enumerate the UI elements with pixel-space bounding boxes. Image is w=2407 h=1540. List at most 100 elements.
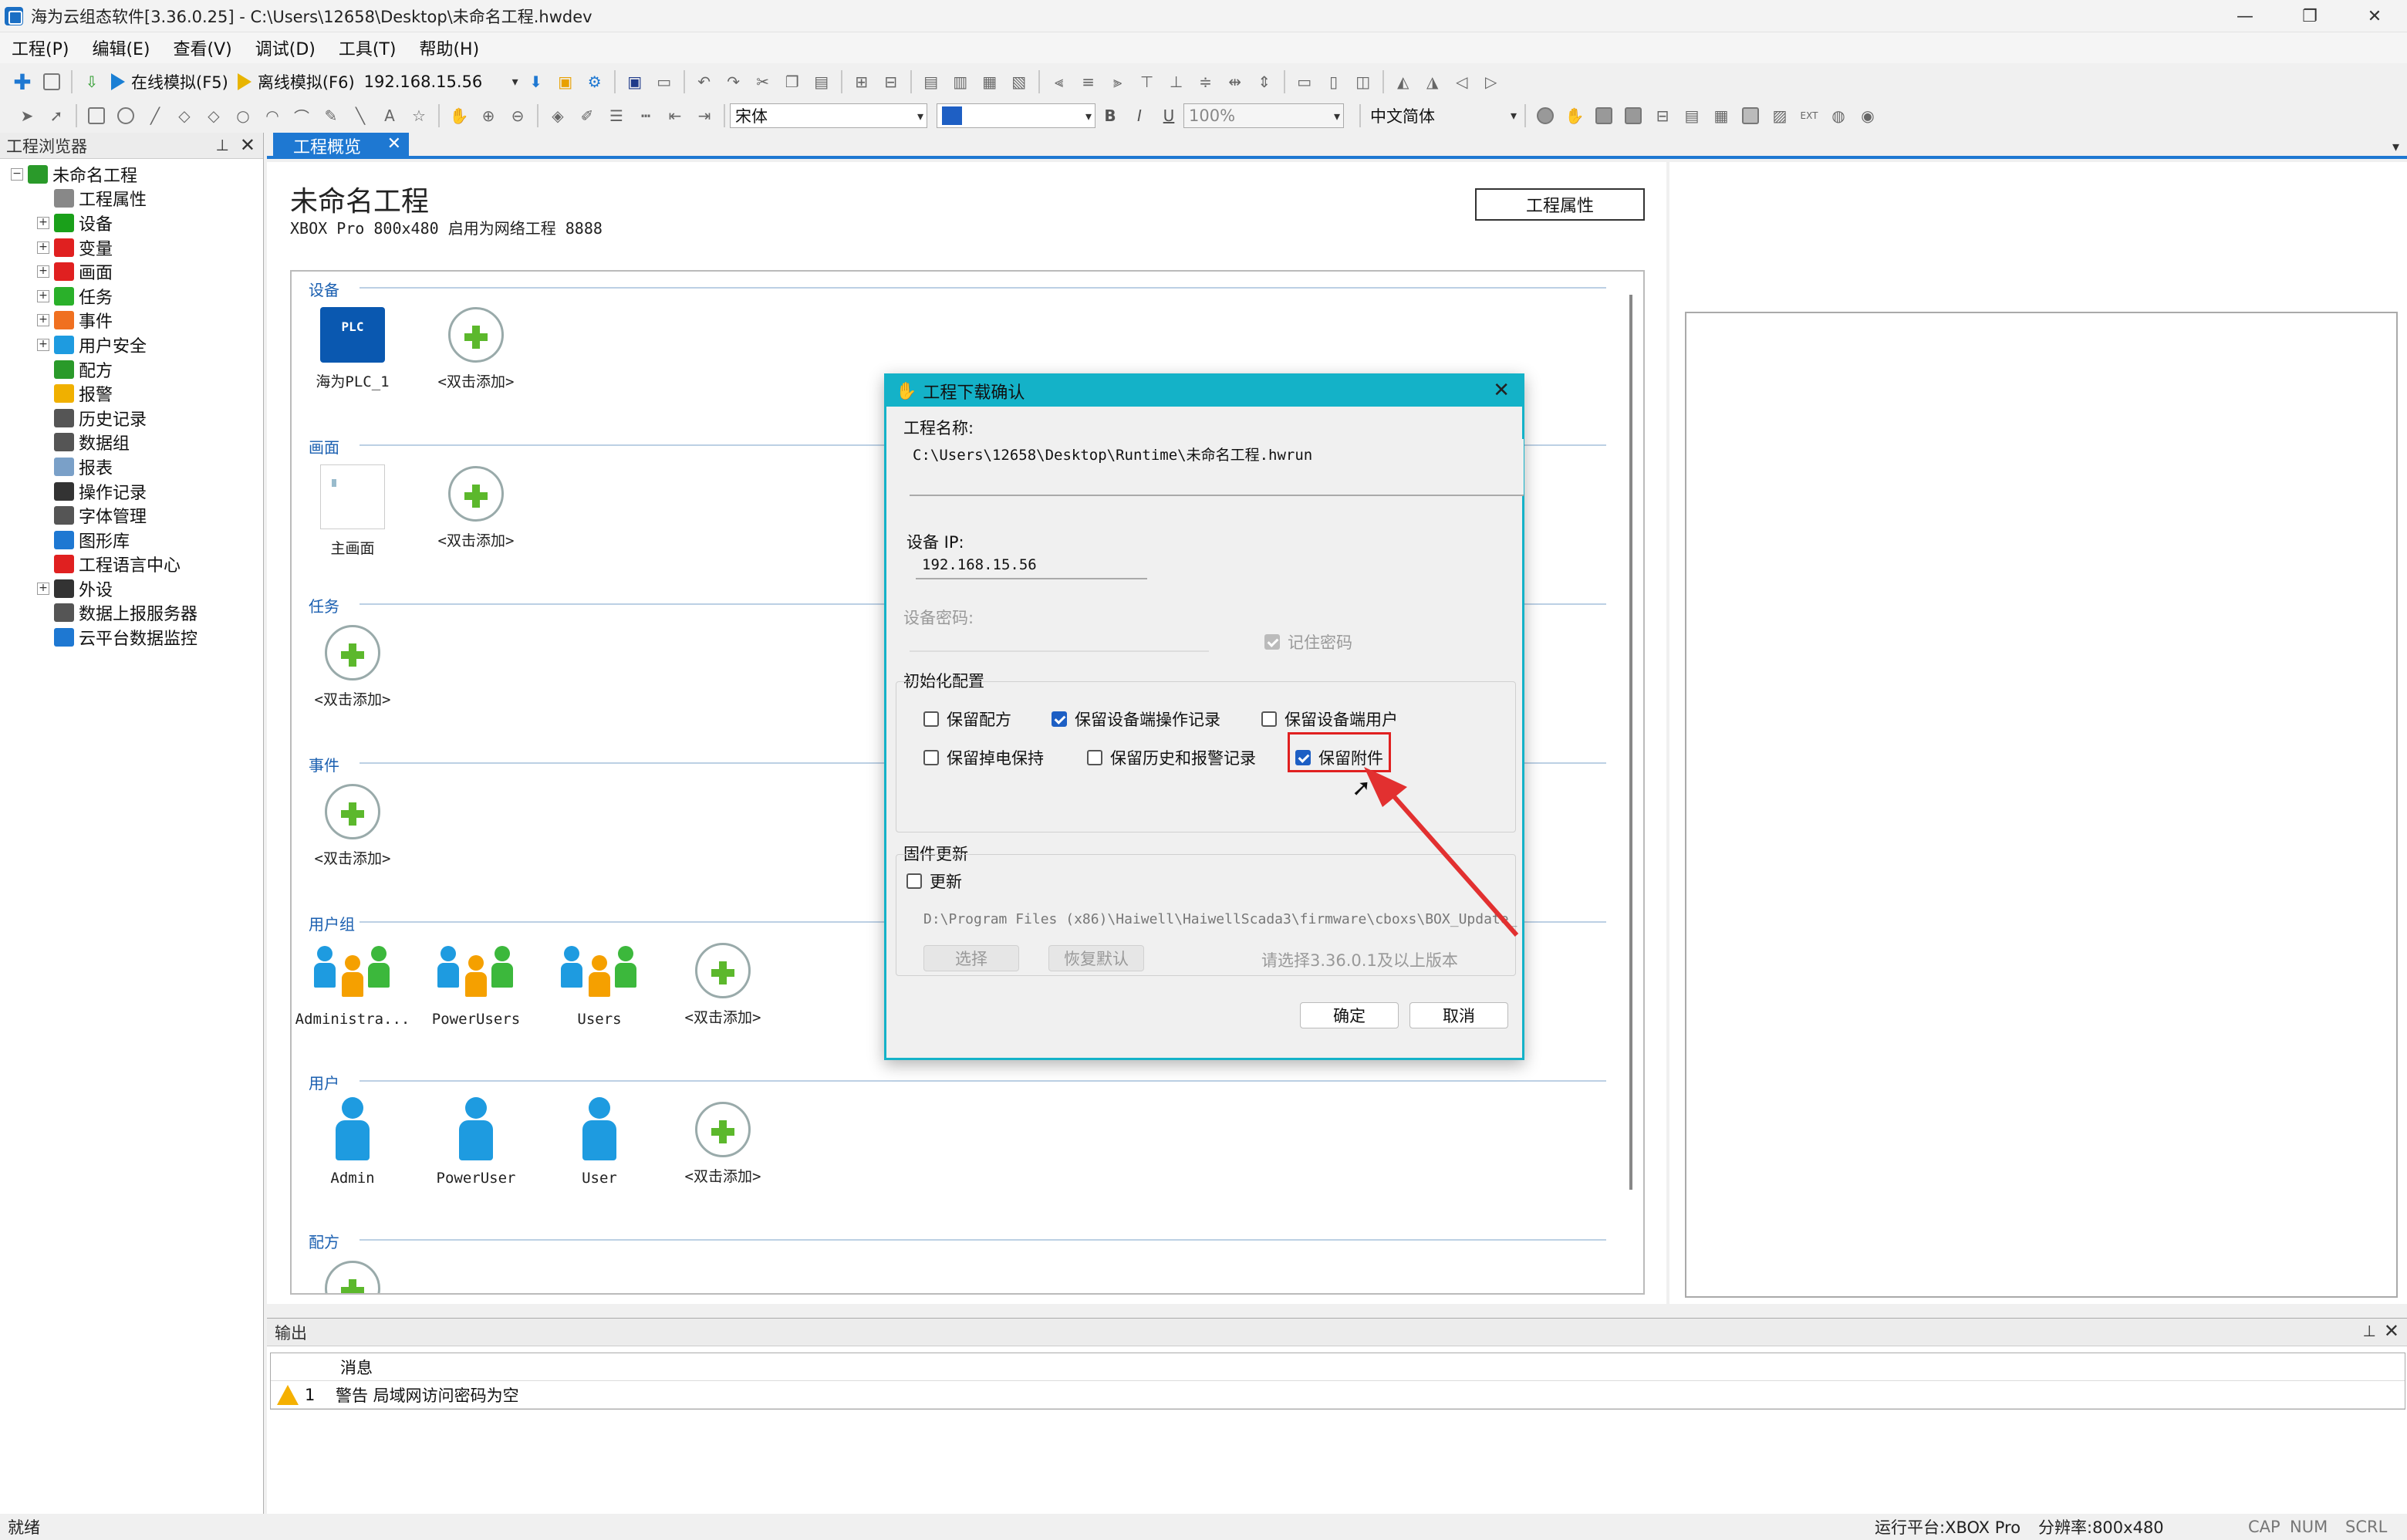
cancel-button[interactable]: 取消 <box>1409 1002 1508 1028</box>
font-select[interactable]: 宋体 ▾ <box>730 103 927 128</box>
new-icon[interactable]: ✚ <box>11 69 34 95</box>
tree-item[interactable]: 工程语言中心 <box>0 552 263 577</box>
select-icon[interactable]: ➚ <box>45 104 68 127</box>
device-ip-field[interactable]: 192.168.15.56 <box>916 553 1147 579</box>
hand-tool-icon[interactable]: ✋ <box>1563 104 1586 127</box>
brush-icon[interactable]: ╲ <box>349 104 372 127</box>
align-middle-icon[interactable]: ≑ <box>1194 70 1217 93</box>
gauge-icon[interactable]: ◉ <box>1856 104 1879 127</box>
menu-view[interactable]: 查看(V) <box>162 35 244 60</box>
menu-help[interactable]: 帮助(H) <box>407 35 491 60</box>
download-icon[interactable]: ⇩ <box>80 70 103 93</box>
tree-expander[interactable]: + <box>37 338 49 351</box>
circle-icon[interactable]: ○ <box>231 104 255 127</box>
keep-operation-log-checkbox[interactable]: 保留设备端操作记录 <box>1052 708 1220 731</box>
tab-overview[interactable]: 工程概览 ✕ <box>273 133 409 159</box>
diamond-icon[interactable]: ◇ <box>173 104 196 127</box>
pen-icon[interactable]: ✎ <box>319 104 343 127</box>
tree-expander[interactable]: + <box>37 582 49 595</box>
undo-icon[interactable]: ↶ <box>693 70 716 93</box>
keep-recipe-checkbox[interactable]: 保留配方 <box>923 708 1011 731</box>
tree-expander[interactable]: + <box>37 289 49 302</box>
close-window-button[interactable]: ✕ <box>2342 0 2407 32</box>
tree-expander[interactable]: − <box>11 167 23 181</box>
flip-h-icon[interactable]: ◭ <box>1392 70 1415 93</box>
upload-icon[interactable]: ▣ <box>554 70 577 93</box>
send-backward-icon[interactable]: ▧ <box>1008 70 1031 93</box>
vertical-scrollbar[interactable] <box>1629 295 1632 1190</box>
save-icon[interactable] <box>40 70 63 93</box>
send-back-icon[interactable]: ▥ <box>949 70 972 93</box>
online-sim-button[interactable]: 在线模拟(F5) <box>111 70 228 93</box>
tree-item[interactable]: − 未命名工程 <box>0 162 263 187</box>
bring-forward-icon[interactable]: ▦ <box>978 70 1001 93</box>
cut-icon[interactable]: ✂ <box>751 70 775 93</box>
tree-item[interactable]: 操作记录 <box>0 479 263 504</box>
add-usergroup[interactable]: <双击添加> <box>665 938 781 1027</box>
ok-button[interactable]: 确定 <box>1300 1002 1399 1028</box>
tree-item[interactable]: 云平台数据监控 <box>0 625 263 650</box>
paste-icon[interactable]: ▤ <box>810 70 833 93</box>
zoom-in-icon[interactable]: ⊕ <box>477 104 500 127</box>
tree-item[interactable]: 报表 <box>0 454 263 479</box>
language-select[interactable]: 中文简体 ▾ <box>1366 103 1520 128</box>
add-recipe[interactable] <box>295 1256 410 1293</box>
align-right-icon[interactable]: ⫸ <box>1106 70 1129 93</box>
screen-icon[interactable]: ▣ <box>623 70 646 93</box>
tree-item[interactable]: 数据上报服务器 <box>0 601 263 626</box>
box-icon[interactable] <box>1739 104 1762 127</box>
main-screen[interactable]: 主画面 <box>295 464 410 558</box>
user-poweruser[interactable]: PowerUser <box>418 1097 534 1187</box>
block-icon[interactable] <box>1622 104 1645 127</box>
tree-item[interactable]: + 变量 <box>0 235 263 260</box>
stop-icon[interactable] <box>1592 104 1615 127</box>
star-icon[interactable]: ☆ <box>407 104 430 127</box>
close-icon[interactable]: ✕ <box>240 134 255 156</box>
keep-power-retain-checkbox[interactable]: 保留掉电保持 <box>923 746 1044 769</box>
ext-icon[interactable]: EXT <box>1798 104 1821 127</box>
add-device[interactable]: <双击添加> <box>418 302 534 391</box>
align-left-icon[interactable]: ⫷ <box>1048 70 1071 93</box>
image-icon[interactable]: ▨ <box>1768 104 1791 127</box>
web-icon[interactable]: ◍ <box>1827 104 1850 127</box>
line-icon[interactable]: ╱ <box>143 104 167 127</box>
usergroup-administrators[interactable]: Administra... <box>295 938 410 1028</box>
curve-icon[interactable]: ⌒ <box>290 104 313 127</box>
line-width-icon[interactable]: ☰ <box>605 104 628 127</box>
same-height-icon[interactable]: ▯ <box>1322 70 1345 93</box>
tree-item[interactable]: 图形库 <box>0 528 263 552</box>
user-admin[interactable]: Admin <box>295 1097 410 1187</box>
distribute-v-icon[interactable]: ⇕ <box>1253 70 1276 93</box>
tree-item[interactable]: + 画面 <box>0 259 263 284</box>
tree-item[interactable]: + 设备 <box>0 211 263 235</box>
tree-item[interactable]: 历史记录 <box>0 406 263 431</box>
minus-box-icon[interactable]: ⊟ <box>1651 104 1674 127</box>
hand-icon[interactable]: ✋ <box>447 104 471 127</box>
tree-expander[interactable]: + <box>37 216 49 229</box>
underline-button[interactable]: U <box>1157 104 1180 127</box>
bold-button[interactable]: B <box>1099 104 1122 127</box>
menu-edit[interactable]: 编辑(E) <box>80 35 161 60</box>
ungroup-icon[interactable]: ⊟ <box>879 70 903 93</box>
project-properties-button[interactable]: 工程属性 <box>1475 188 1645 221</box>
rectangle-icon[interactable] <box>85 104 108 127</box>
user-user[interactable]: User <box>542 1097 657 1187</box>
update-firmware-checkbox[interactable]: 更新 <box>906 870 962 893</box>
add-task[interactable]: <双击添加> <box>295 620 410 709</box>
tree-item[interactable]: + 任务 <box>0 284 263 309</box>
menu-tools[interactable]: 工具(T) <box>327 35 408 60</box>
italic-button[interactable]: I <box>1128 104 1151 127</box>
color-select[interactable]: ▾ <box>937 103 1095 128</box>
tab-close-icon[interactable]: ✕ <box>387 134 401 154</box>
tab-list-icon[interactable]: ▾ <box>2392 139 2399 155</box>
monitor-icon[interactable]: ▭ <box>653 70 676 93</box>
polygon-icon[interactable]: ◇ <box>202 104 225 127</box>
zoom-select[interactable]: 100% ▾ <box>1183 103 1344 128</box>
pointer-icon[interactable]: ➤ <box>15 104 39 127</box>
text-icon[interactable]: A <box>378 104 401 127</box>
arrow-start-icon[interactable]: ⇤ <box>663 104 687 127</box>
bring-front-icon[interactable]: ▤ <box>920 70 943 93</box>
tree-item[interactable]: + 外设 <box>0 576 263 601</box>
zoom-out-icon[interactable]: ⊖ <box>506 104 529 127</box>
add-screen[interactable]: <双击添加> <box>418 461 534 550</box>
